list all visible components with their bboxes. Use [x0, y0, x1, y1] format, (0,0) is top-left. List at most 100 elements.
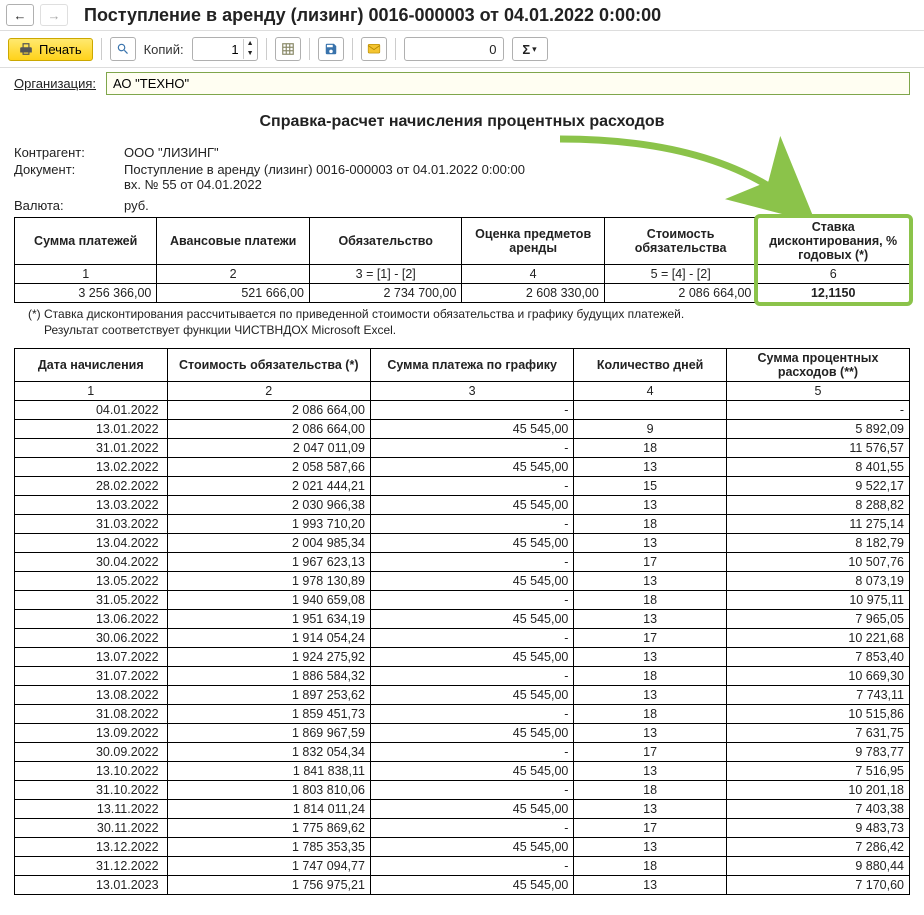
detail-cell: 1 940 659,08 — [167, 591, 370, 610]
save-button[interactable] — [318, 37, 344, 61]
table-row: 13.04.20222 004 985,3445 545,00138 182,7… — [15, 534, 910, 553]
table-row: 31.05.20221 940 659,08-1810 975,11 — [15, 591, 910, 610]
mail-button[interactable] — [361, 37, 387, 61]
print-button[interactable]: Печать — [8, 38, 93, 61]
footnote-2: Результат соответствует функции ЧИСТВНДО… — [44, 323, 910, 339]
detail-cell: 45 545,00 — [370, 838, 573, 857]
detail-cell: - — [370, 477, 573, 496]
detail-cell: 13.10.2022 — [15, 762, 168, 781]
grid-icon — [281, 42, 295, 56]
detail-cell: - — [370, 439, 573, 458]
detail-cell: 13 — [574, 572, 727, 591]
summary-header: Ставка дисконтирования, % годовых (*) — [757, 218, 910, 265]
detail-cell: 13 — [574, 838, 727, 857]
detail-cell: 1 859 451,73 — [167, 705, 370, 724]
detail-cell: - — [370, 743, 573, 762]
org-row: Организация: — [0, 68, 924, 99]
summary-formula-cell: 2 — [157, 265, 310, 284]
detail-cell: 2 058 587,66 — [167, 458, 370, 477]
detail-cell: 7 631,75 — [726, 724, 909, 743]
document-line1: Поступление в аренду (лизинг) 0016-00000… — [124, 162, 525, 177]
detail-cell: 45 545,00 — [370, 572, 573, 591]
detail-cell: 13 — [574, 724, 727, 743]
detail-cell: 9 880,44 — [726, 857, 909, 876]
detail-cell: 45 545,00 — [370, 534, 573, 553]
detail-cell: 28.02.2022 — [15, 477, 168, 496]
currency-label: Валюта: — [14, 198, 124, 213]
table-row: 31.01.20222 047 011,09-1811 576,57 — [15, 439, 910, 458]
detail-cell: 1 869 967,59 — [167, 724, 370, 743]
detail-cell: - — [370, 705, 573, 724]
sigma-icon: Σ — [522, 42, 530, 57]
detail-cell: 1 897 253,62 — [167, 686, 370, 705]
table-row: 13.01.20222 086 664,0045 545,0095 892,09 — [15, 420, 910, 439]
org-label: Организация: — [14, 76, 96, 91]
footnote: (*) Ставка дисконтирования рассчитываетс… — [28, 307, 910, 338]
copies-spinner[interactable]: ▲ ▼ — [192, 37, 258, 61]
table-row: 30.06.20221 914 054,24-1710 221,68 — [15, 629, 910, 648]
title-bar: ← → Поступление в аренду (лизинг) 0016-0… — [0, 0, 924, 31]
detail-cell: 11 576,57 — [726, 439, 909, 458]
detail-cell: 31.03.2022 — [15, 515, 168, 534]
detail-cell: 2 086 664,00 — [167, 420, 370, 439]
table-row: 13.07.20221 924 275,9245 545,00137 853,4… — [15, 648, 910, 667]
detail-cell: - — [370, 819, 573, 838]
detail-cell: 18 — [574, 515, 727, 534]
detail-cell: 2 030 966,38 — [167, 496, 370, 515]
forward-button[interactable]: → — [40, 4, 68, 26]
detail-cell: 13.01.2022 — [15, 420, 168, 439]
detail-cell: 1 924 275,92 — [167, 648, 370, 667]
magnifier-icon — [116, 42, 130, 56]
detail-cell: 8 288,82 — [726, 496, 909, 515]
summary-data-cell: 12,1150 — [757, 284, 910, 303]
copies-down[interactable]: ▼ — [244, 49, 257, 59]
copies-up[interactable]: ▲ — [244, 39, 257, 49]
table-row: 13.10.20221 841 838,1145 545,00137 516,9… — [15, 762, 910, 781]
detail-cell: - — [370, 553, 573, 572]
org-input[interactable] — [106, 72, 910, 95]
detail-cell: 13.08.2022 — [15, 686, 168, 705]
table-row: 31.12.20221 747 094,77-189 880,44 — [15, 857, 910, 876]
back-button[interactable]: ← — [6, 4, 34, 26]
detail-cell: 7 403,38 — [726, 800, 909, 819]
detail-cell: 17 — [574, 743, 727, 762]
table-row: 30.04.20221 967 623,13-1710 507,76 — [15, 553, 910, 572]
detail-cell: - — [370, 781, 573, 800]
detail-cell: 13.05.2022 — [15, 572, 168, 591]
table-row: 04.01.20222 086 664,00-- — [15, 401, 910, 420]
detail-header: Дата начисления — [15, 349, 168, 382]
detail-cell: 2 086 664,00 — [167, 401, 370, 420]
detail-cell: - — [370, 629, 573, 648]
detail-cell: 45 545,00 — [370, 724, 573, 743]
detail-cell: - — [370, 591, 573, 610]
detail-cell: 45 545,00 — [370, 876, 573, 895]
table-row: 31.08.20221 859 451,73-1810 515,86 — [15, 705, 910, 724]
window-title: Поступление в аренду (лизинг) 0016-00000… — [84, 5, 661, 26]
detail-cell: 9 483,73 — [726, 819, 909, 838]
detail-header: Стоимость обязательства (*) — [167, 349, 370, 382]
table-row: 13.09.20221 869 967,5945 545,00137 631,7… — [15, 724, 910, 743]
detail-cell: 1 756 975,21 — [167, 876, 370, 895]
copies-label: Копий: — [144, 42, 184, 57]
currency-value: руб. — [124, 198, 149, 213]
detail-cell: 18 — [574, 591, 727, 610]
detail-cell: 1 832 054,34 — [167, 743, 370, 762]
table-row: 13.12.20221 785 353,3545 545,00137 286,4… — [15, 838, 910, 857]
grid-button[interactable] — [275, 37, 301, 61]
detail-colnum: 5 — [726, 382, 909, 401]
detail-cell: 31.01.2022 — [15, 439, 168, 458]
table-row: 13.06.20221 951 634,1945 545,00137 965,0… — [15, 610, 910, 629]
detail-cell: 8 401,55 — [726, 458, 909, 477]
copies-input[interactable] — [193, 40, 243, 59]
detail-cell: 10 975,11 — [726, 591, 909, 610]
document-line2: вх. № 55 от 04.01.2022 — [124, 177, 525, 192]
detail-cell: 31.07.2022 — [15, 667, 168, 686]
sum-button[interactable]: Σ▾ — [512, 37, 548, 61]
detail-cell: 13 — [574, 686, 727, 705]
preview-button[interactable] — [110, 37, 136, 61]
detail-cell: 10 221,68 — [726, 629, 909, 648]
summary-data-cell: 3 256 366,00 — [15, 284, 157, 303]
table-row: 13.05.20221 978 130,8945 545,00138 073,1… — [15, 572, 910, 591]
detail-cell: 1 967 623,13 — [167, 553, 370, 572]
contractor-value: ООО "ЛИЗИНГ" — [124, 145, 219, 160]
